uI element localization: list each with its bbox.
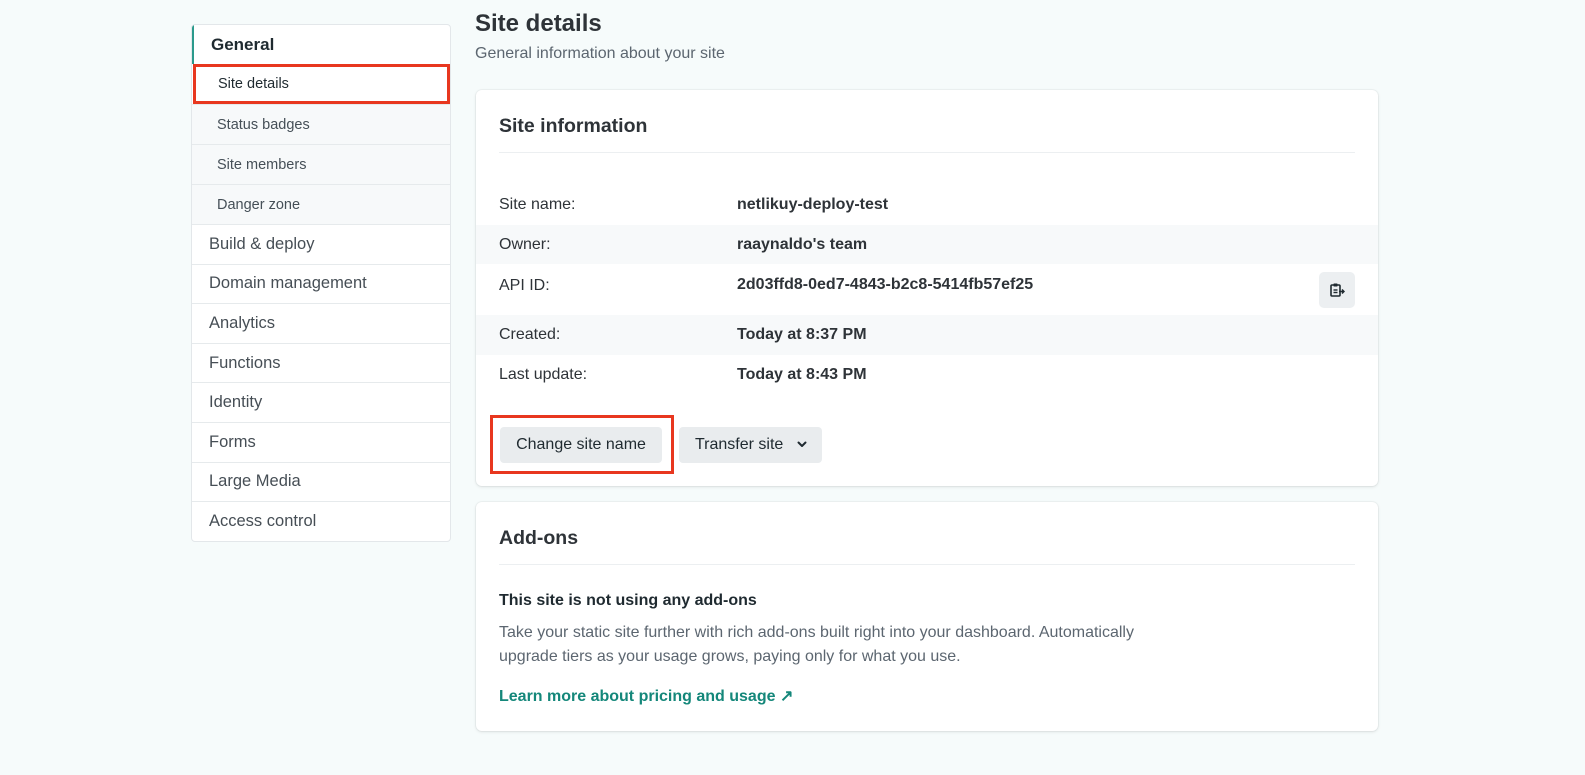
copy-api-id-button[interactable]: [1319, 271, 1355, 308]
info-row-api-id: API ID: 2d03ffd8-0ed7-4843-b2c8-5414fb57…: [476, 264, 1378, 315]
clipboard-icon: [1330, 283, 1345, 297]
sidebar-item-functions[interactable]: Functions: [192, 342, 450, 383]
sidebar-section-general[interactable]: General: [192, 25, 450, 64]
sidebar-item-site-details[interactable]: Site details: [193, 64, 450, 104]
info-row-created: Created: Today at 8:37 PM: [476, 315, 1378, 355]
divider: [499, 152, 1355, 153]
info-label: Last update:: [499, 366, 588, 383]
page-title: Site details: [475, 10, 602, 37]
transfer-site-button[interactable]: Transfer site: [679, 427, 822, 463]
transfer-site-label: Transfer site: [695, 436, 784, 453]
sidebar-item-forms[interactable]: Forms: [192, 421, 450, 462]
card-title: Site information: [499, 115, 648, 137]
pricing-usage-link[interactable]: Learn more about pricing and usage ↗: [499, 686, 793, 706]
info-row-owner: Owner: raaynaldo's team: [476, 225, 1378, 264]
add-ons-description: Take your static site further with rich …: [499, 624, 1134, 665]
info-label: Owner:: [499, 235, 551, 253]
sidebar-item-identity[interactable]: Identity: [192, 382, 450, 422]
info-value: raaynaldo's team: [737, 235, 868, 253]
info-value: netlikuy-deploy-test: [737, 196, 889, 213]
change-site-name-button[interactable]: Change site name: [500, 427, 662, 463]
sidebar-item-danger-zone[interactable]: Danger zone: [192, 184, 450, 224]
info-row-last-update: Last update: Today at 8:43 PM: [476, 355, 1378, 395]
divider: [499, 564, 1355, 565]
sidebar-item-analytics[interactable]: Analytics: [192, 303, 450, 343]
sidebar-item-site-members[interactable]: Site members: [192, 144, 450, 184]
sidebar-item-build-deploy[interactable]: Build & deploy: [192, 224, 450, 264]
add-ons-heading: This site is not using any add-ons: [499, 592, 757, 609]
info-label: Created:: [499, 326, 561, 343]
site-information-card: Site information Site name: netlikuy-dep…: [476, 90, 1378, 486]
settings-sidebar: General Site details Status badges Site …: [191, 24, 451, 542]
sidebar-item-domain-management[interactable]: Domain management: [192, 263, 450, 304]
card-title: Add-ons: [499, 527, 579, 549]
info-label: API ID:: [499, 277, 550, 294]
info-label: Site name:: [499, 196, 576, 213]
info-row-site-name: Site name: netlikuy-deploy-test: [476, 185, 1378, 225]
info-value: Today at 8:37 PM: [737, 326, 867, 343]
sidebar-item-large-media[interactable]: Large Media: [192, 461, 450, 502]
sidebar-item-access-control[interactable]: Access control: [192, 501, 450, 541]
sidebar-item-status-badges[interactable]: Status badges: [192, 104, 450, 144]
page-subtitle: General information about your site: [475, 45, 725, 62]
info-value: Today at 8:43 PM: [737, 366, 867, 383]
chevron-down-icon: [797, 441, 807, 447]
info-value: 2d03ffd8-0ed7-4843-b2c8-5414fb57ef25: [737, 276, 1034, 293]
add-ons-card: Add-ons This site is not using any add-o…: [476, 502, 1378, 731]
